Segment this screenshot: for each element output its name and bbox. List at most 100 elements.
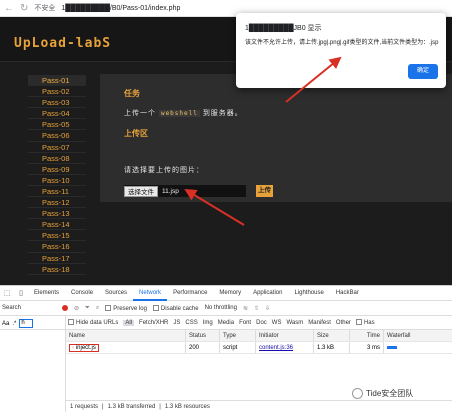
resources-size: 1.3 kB resources [164, 404, 210, 410]
request-count: 1 requests [70, 404, 99, 410]
tab-network[interactable]: Network [133, 286, 168, 301]
security-indicator[interactable]: 不安全 [34, 3, 55, 13]
sidebar-item-pass-07[interactable]: Pass-07 [28, 142, 86, 153]
script-file-icon: ▫ [72, 345, 75, 351]
back-icon[interactable]: ← [4, 3, 14, 14]
import-icon[interactable]: ⇧ [254, 305, 259, 312]
filter-wasm[interactable]: Wasm [286, 320, 303, 326]
status-divider: | [102, 404, 104, 410]
sidebar-item-pass-11[interactable]: Pass-11 [28, 186, 86, 198]
network-toolbar: Search ⊘ ⏷ ⌕ Preserve log Disable cache … [0, 301, 452, 316]
col-type[interactable]: Type [220, 330, 256, 341]
request-size: 1.3 kB [314, 342, 350, 353]
col-size[interactable]: Size [314, 330, 350, 341]
tab-console[interactable]: Console [65, 286, 99, 301]
choose-file-button[interactable]: 选择文件 [124, 185, 158, 197]
has-blocked-checkbox[interactable]: Has [355, 319, 375, 326]
wifi-icon[interactable]: ≋ [243, 305, 248, 312]
record-icon[interactable] [62, 305, 68, 311]
url-text[interactable]: 1█████████/B0/Pass-01/index.php [61, 5, 180, 12]
waterfall-cell [384, 342, 452, 353]
sidebar-item-pass-15[interactable]: Pass-15 [28, 230, 86, 242]
site-logo[interactable]: UpLoad-labS [14, 36, 111, 51]
network-table: Name Status Type Initiator Size Time Wat… [66, 330, 452, 354]
filter-manifest[interactable]: Manifest [308, 320, 331, 326]
waterfall-bar [387, 345, 397, 349]
disable-cache-checkbox[interactable]: Disable cache [152, 304, 199, 312]
sidebar-item-pass-06[interactable]: Pass-06 [28, 130, 86, 142]
dialog-message: 该文件不允许上传，请上传.jpg|.png|.gif类型的文件,当前文件类型为：… [245, 40, 439, 46]
sidebar-item-pass-12[interactable]: Pass-12 [28, 197, 86, 209]
table-header: Name Status Type Initiator Size Time Wat… [66, 330, 452, 342]
hide-data-urls-box[interactable] [68, 319, 74, 325]
hide-data-urls-checkbox[interactable]: Hide data URLs [68, 319, 118, 326]
device-toggle-icon[interactable]: ▯ [14, 289, 28, 297]
tab-memory[interactable]: Memory [213, 286, 247, 301]
request-name-cell[interactable]: ▫ inject.js [66, 342, 186, 353]
request-name[interactable]: ▫ inject.js [69, 344, 99, 352]
tab-lighthouse[interactable]: Lighthouse [288, 286, 329, 301]
col-time[interactable]: Time [350, 330, 384, 341]
filter-doc[interactable]: Doc [256, 320, 267, 326]
filter-fetch-xhr[interactable]: Fetch/XHR [139, 320, 168, 326]
tab-elements[interactable]: Elements [28, 286, 65, 301]
sidebar-item-pass-13[interactable]: Pass-13 [28, 208, 86, 220]
tab-hackbar[interactable]: HackBar [330, 286, 365, 301]
clear-icon[interactable]: ⊘ [74, 305, 79, 312]
sidebar-item-pass-02[interactable]: Pass-02 [28, 86, 86, 98]
sidebar-item-pass-16[interactable]: Pass-16 [28, 241, 86, 253]
inspect-icon[interactable]: ⬚ [0, 289, 14, 297]
sidebar-item-pass-01[interactable]: Pass-01 [28, 75, 86, 87]
upload-button[interactable]: 上传 [256, 185, 273, 197]
devtools-tabbar: ⬚ ▯ Elements Console Sources Network Per… [0, 286, 452, 301]
sidebar-item-pass-05[interactable]: Pass-05 [28, 119, 86, 131]
preserve-log-box[interactable] [105, 304, 112, 311]
content-panel: 任务 上传一个 webshell 到服务器。 上传区 请选择要上传的图片： 选择… [100, 74, 452, 202]
filter-all[interactable]: All [123, 319, 135, 326]
search-label: Search [2, 305, 22, 311]
sidebar-item-pass-17[interactable]: Pass-17 [28, 253, 86, 264]
col-name[interactable]: Name [66, 330, 186, 341]
filter-ws[interactable]: WS [272, 320, 282, 326]
task-code: webshell [158, 110, 200, 117]
request-initiator[interactable]: content.js:36 [259, 345, 293, 351]
alert-dialog: 1█████████JB0 显示 该文件不允许上传，请上传.jpg|.png|.… [236, 13, 446, 88]
table-row[interactable]: ▫ inject.js 200 script content.js:36 1.3… [66, 342, 452, 354]
sidebar-item-pass-18[interactable]: Pass-18 [28, 264, 86, 275]
sidebar-item-pass-09[interactable]: Pass-09 [28, 164, 86, 175]
has-blocked-box[interactable] [355, 319, 362, 325]
disable-cache-box[interactable] [152, 304, 159, 311]
export-icon[interactable]: ⇩ [265, 305, 270, 312]
throttling-select[interactable]: No throttling [205, 305, 237, 311]
reload-icon[interactable]: ↻ [20, 3, 28, 14]
col-initiator[interactable]: Initiator [256, 330, 314, 341]
tab-performance[interactable]: Performance [167, 286, 213, 301]
sidebar-item-pass-03[interactable]: Pass-03 [28, 97, 86, 109]
task-suffix: 到服务器。 [202, 110, 243, 117]
tab-sources[interactable]: Sources [99, 286, 133, 301]
sidebar-item-pass-04[interactable]: Pass-04 [28, 108, 86, 120]
filter-img[interactable]: Img [203, 320, 213, 326]
file-input[interactable]: 选择文件 11.jsp [124, 185, 246, 197]
search-icon[interactable]: ⌕ [96, 305, 99, 312]
tab-application[interactable]: Application [247, 286, 288, 301]
filter-icon[interactable]: ⏷ [85, 305, 90, 312]
sidebar-item-pass-14[interactable]: Pass-14 [28, 219, 86, 231]
sidebar-item-pass-10[interactable]: Pass-10 [28, 175, 86, 186]
dialog-ok-button[interactable]: 确定 [408, 64, 438, 79]
upload-prompt: 请选择要上传的图片： [124, 167, 204, 174]
sidebar-item-pass-08[interactable]: Pass-08 [28, 153, 86, 164]
watermark: Tide安全团队 [352, 388, 413, 399]
dialog-title: 1█████████JB0 显示 [245, 25, 322, 32]
preserve-log-checkbox[interactable]: Preserve log [105, 304, 147, 312]
col-waterfall[interactable]: Waterfall [384, 330, 452, 341]
filter-media[interactable]: Media [218, 320, 234, 326]
filter-font[interactable]: Font [239, 320, 251, 326]
filter-other[interactable]: Other [336, 320, 351, 326]
filter-css[interactable]: CSS [185, 320, 197, 326]
status-divider: | [159, 404, 161, 410]
disable-cache-label: Disable cache [160, 305, 199, 312]
col-status[interactable]: Status [186, 330, 220, 341]
request-type: script [220, 342, 256, 353]
filter-js[interactable]: JS [173, 320, 180, 326]
